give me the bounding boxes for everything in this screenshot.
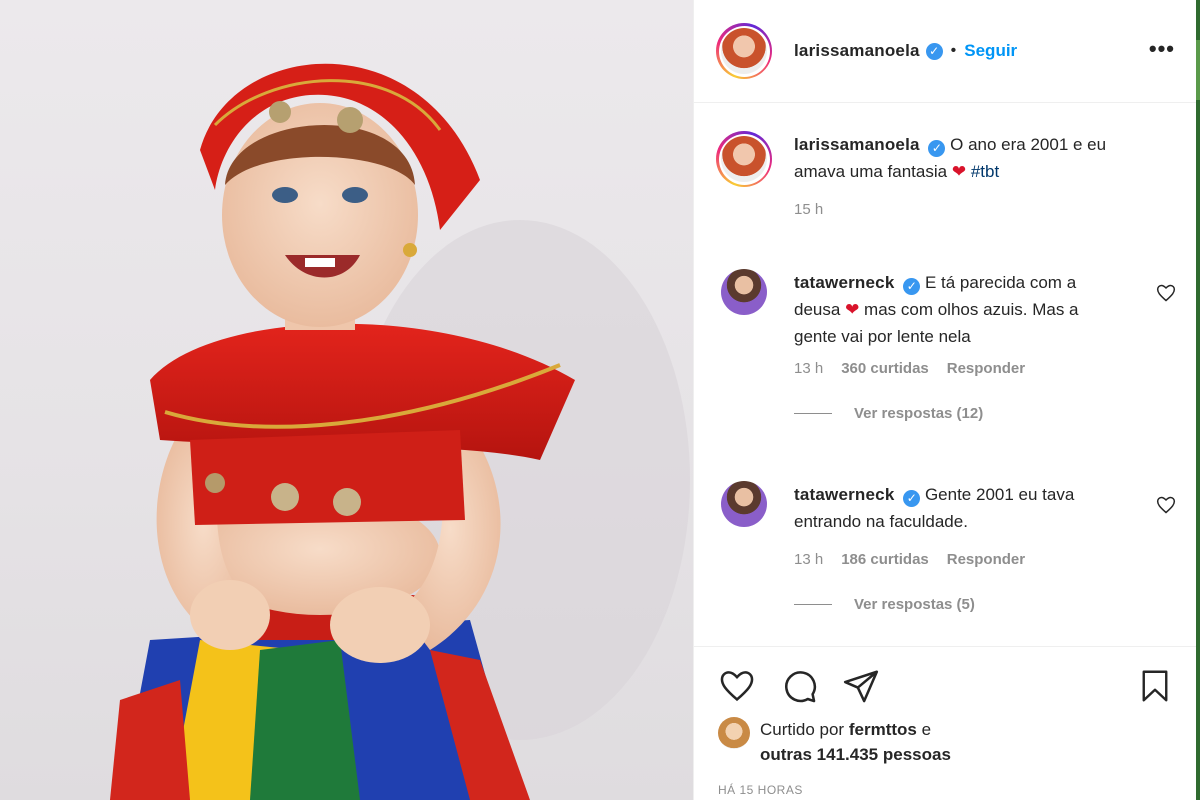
commenter-avatar[interactable] [721,481,767,527]
caption-time[interactable]: 15 h [794,201,823,218]
verified-badge-icon: ✓ [903,277,921,295]
comment-meta: 13 h 360 curtidas Responder [794,360,1176,377]
author-avatar[interactable] [716,23,772,79]
comment-like-heart-icon[interactable] [1156,495,1176,520]
comment-item: tatawerneck ✓ E tá parecida com a deusa … [716,269,1176,422]
comment-like-heart-icon[interactable] [1156,283,1176,308]
child-costume-photo [110,63,690,800]
separator-dot: • [950,42,957,59]
reply-button[interactable]: Responder [947,551,1025,568]
replies-divider [794,413,832,414]
caption-username[interactable]: larissamanoela [794,135,920,154]
liker-avatar[interactable] [718,717,750,749]
verified-badge-icon: ✓ [925,42,943,60]
comment-icon[interactable] [780,667,818,710]
bookmark-icon[interactable] [1137,667,1173,710]
post-timestamp[interactable]: HÁ 15 HORAS [718,783,803,797]
caption-meta: 15 h [794,201,1176,218]
likes-others-link[interactable]: outras 141.435 pessoas [760,745,951,764]
heart-emoji: ❤ [951,162,967,181]
more-options-icon[interactable]: ••• [1149,36,1175,62]
heart-emoji: ❤ [845,300,860,319]
caption: larissamanoela ✓ O ano era 2001 e eu ama… [716,131,1176,218]
post-header: larissamanoela ✓ • Seguir ••• [694,0,1197,103]
commenter-avatar[interactable] [721,269,767,315]
follow-button[interactable]: Seguir [964,41,1017,61]
comment-username[interactable]: tatawerneck [794,485,894,504]
page-scrollbar[interactable] [1196,0,1200,800]
reply-button[interactable]: Responder [947,360,1025,377]
liker-username[interactable]: fermttos [849,720,917,739]
comments-list[interactable]: larissamanoela ✓ O ano era 2001 e eu ama… [694,103,1197,646]
likes-summary: Curtido por fermttos e outras 141.435 pe… [718,717,951,767]
likes-text: Curtido por fermttos e outras 141.435 pe… [760,717,951,767]
heart-icon[interactable] [718,667,756,710]
post-photo[interactable] [0,0,693,800]
comment-text: tatawerneck ✓ E tá parecida com a deusa … [794,269,1124,350]
comment-text: tatawerneck ✓ Gente 2001 eu tava entrand… [794,481,1124,535]
view-replies-button[interactable]: Ver respostas (12) [794,405,1176,422]
hashtag-link[interactable]: #tbt [971,162,999,181]
comment-likes-count[interactable]: 186 curtidas [841,551,929,568]
view-replies-button[interactable]: Ver respostas (5) [794,596,1176,613]
comment-username[interactable]: tatawerneck [794,273,894,292]
post-actions: Curtido por fermttos e outras 141.435 pe… [694,646,1197,800]
caption-text: larissamanoela ✓ O ano era 2001 e eu ama… [794,131,1124,187]
comment-likes-count[interactable]: 360 curtidas [841,360,929,377]
caption-avatar[interactable] [716,131,772,187]
verified-badge-icon: ✓ [928,139,946,157]
view-replies-label: Ver respostas (5) [854,596,975,613]
comment-meta: 13 h 186 curtidas Responder [794,551,1176,568]
share-icon[interactable] [842,667,880,710]
verified-badge-icon: ✓ [903,489,921,507]
likes-connector: e [921,720,932,739]
likes-prefix: Curtido por [760,720,845,739]
comment-time[interactable]: 13 h [794,360,823,377]
view-replies-label: Ver respostas (12) [854,405,984,422]
comment-time[interactable]: 13 h [794,551,823,568]
post-side-panel: larissamanoela ✓ • Seguir ••• larissaman… [693,0,1197,800]
comment-item: tatawerneck ✓ Gente 2001 eu tava entrand… [716,481,1176,613]
author-username[interactable]: larissamanoela [794,41,920,61]
replies-divider [794,604,832,605]
